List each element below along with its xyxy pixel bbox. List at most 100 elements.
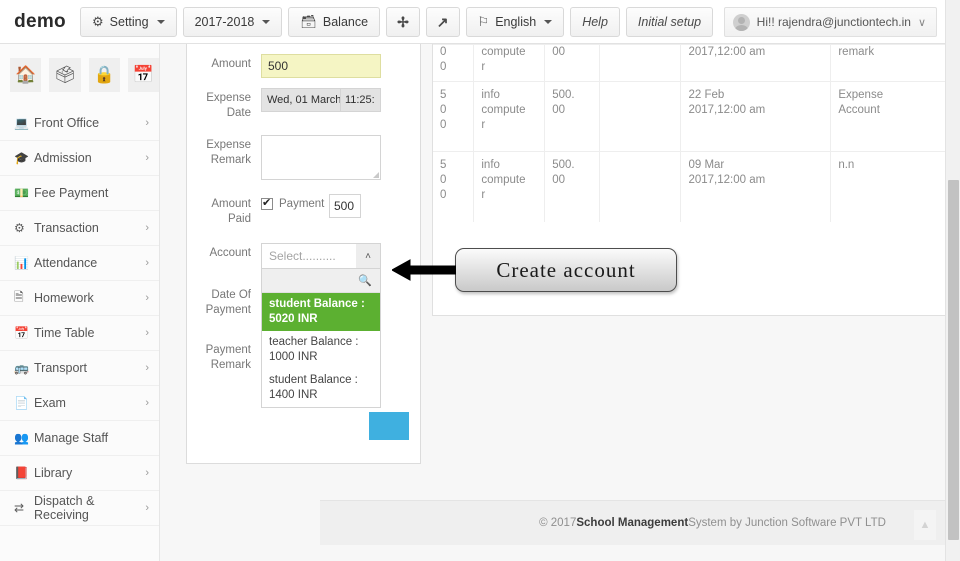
chevron-right-icon: › — [145, 222, 149, 234]
cell-blank — [599, 44, 682, 82]
chevron-down-icon — [262, 19, 271, 24]
chevron-right-icon: › — [145, 467, 149, 479]
initial-setup-button[interactable]: Initial setup — [625, 6, 714, 37]
top-nav-buttons: ⚙ Setting 2017-2018 🗃 Balance ✢ ↗ ⚐ Engl… — [80, 6, 714, 37]
quick-home-button[interactable]: 🏠 — [10, 58, 42, 92]
sidebar-item-transaction[interactable]: ⚙ Transaction › — [0, 211, 159, 246]
form-row-account: Account Select.......... ˄ 🔍 student Bal… — [187, 243, 420, 408]
user-menu-label: Hi!! rajendra@junctiontech.in — [756, 15, 911, 29]
expense-form-panel: Amount 500 Expense Date Wed, 01 March 11… — [186, 44, 421, 464]
quick-idcard-button[interactable]: 🗳 — [49, 58, 81, 92]
sidebar-item-attendance[interactable]: 📊 Attendance › — [0, 246, 159, 281]
sidebar-item-label: Exam — [34, 396, 66, 410]
home-icon: 🏠 — [15, 65, 37, 84]
chevron-up-icon[interactable]: ˄ — [356, 244, 380, 268]
account-option[interactable]: student Balance : 5020 INR — [262, 293, 380, 331]
expense-remark-textarea[interactable] — [261, 135, 381, 180]
cell-amount: 0 0 — [433, 44, 475, 82]
callout-create-account: Create account — [455, 248, 677, 292]
account-option[interactable]: student Balance : 1400 INR — [262, 369, 380, 407]
sidebar-item-front-office[interactable]: 💻 Front Office › — [0, 106, 159, 141]
sidebar-item-label: Library — [34, 466, 73, 480]
footer-product-name: School Management — [576, 517, 689, 529]
page-scrollbar[interactable] — [945, 0, 960, 561]
footer: © 2017 School Management System by Junct… — [320, 500, 945, 545]
cell-name: info compute r — [473, 81, 546, 152]
quick-lock-button[interactable]: 🔒 — [88, 58, 120, 92]
sidebar-item-library[interactable]: 📕 Library › — [0, 456, 159, 491]
sidebar-item-label: Time Table — [34, 326, 95, 340]
callout-text: Create account — [496, 257, 636, 282]
sidebar-menu: 💻 Front Office › 🎓 Admission › 💵 Fee Pay… — [0, 106, 159, 526]
users-icon: 👥 — [14, 431, 29, 445]
chart-icon: 📊 — [14, 256, 29, 270]
session-year-button[interactable]: 2017-2018 — [182, 6, 283, 37]
chevron-right-icon: › — [145, 117, 149, 129]
sidebar-item-dispatch-receiving[interactable]: ⇄ Dispatch & Receiving › — [0, 491, 159, 526]
account-search-input[interactable]: 🔍 — [262, 269, 380, 293]
fullscreen-button[interactable]: ↗ — [425, 6, 460, 37]
monitor-icon: 💻 — [14, 116, 29, 130]
cell-remark: remark — [830, 44, 945, 82]
sidebar-item-fee-payment[interactable]: 💵 Fee Payment — [0, 176, 159, 211]
submit-button[interactable] — [369, 412, 409, 440]
sidebar-quick-icons: 🏠 🗳 🔒 📅 — [0, 44, 159, 102]
amount-label: Amount — [211, 58, 251, 70]
account-select-box[interactable]: Select.......... ˄ — [261, 243, 381, 269]
sidebar-item-transport[interactable]: 🚌 Transport › — [0, 351, 159, 386]
payment-amount-input[interactable]: 500 — [329, 194, 361, 218]
amount-input[interactable]: 500 — [261, 54, 381, 78]
balance-button[interactable]: 🗃 Balance — [288, 6, 381, 37]
help-button[interactable]: Help — [570, 6, 620, 37]
amount-paid-group: Payment 500 — [261, 194, 408, 218]
chevron-right-icon: › — [145, 292, 149, 304]
cell-name: info compute r — [473, 151, 546, 222]
language-button[interactable]: ⚐ English — [465, 6, 565, 37]
cell-date: 09 Mar 2017,12:00 am — [680, 151, 832, 222]
table-row[interactable]: 5 0 0 info compute r 500. 00 22 Feb 2017… — [433, 81, 945, 152]
chevron-down-icon — [156, 19, 165, 24]
chevron-right-icon: › — [145, 397, 149, 409]
table-row[interactable]: 5 0 0 info compute r 500. 00 09 Mar 2017… — [433, 151, 945, 222]
scroll-to-top-button[interactable]: ▲ — [914, 510, 936, 540]
lock-icon: 🔒 — [93, 65, 115, 84]
sidebar-item-time-table[interactable]: 📅 Time Table › — [0, 316, 159, 351]
amount-paid-checkbox[interactable] — [261, 196, 273, 210]
flag-icon: ⚐ — [477, 14, 490, 29]
expense-date-input[interactable]: Wed, 01 March — [261, 88, 340, 112]
chevron-right-icon: › — [145, 257, 149, 269]
expense-time-input[interactable]: 11:25: — [339, 88, 381, 112]
account-option[interactable]: teacher Balance : 1000 INR — [262, 331, 380, 369]
sidebar-item-label: Dispatch & Receiving — [34, 494, 95, 522]
sidebar: 🏠 🗳 🔒 📅 💻 Front Office › 🎓 Admission › 💵… — [0, 44, 160, 561]
chevron-up-icon: ▲ — [919, 519, 931, 531]
sidebar-item-admission[interactable]: 🎓 Admission › — [0, 141, 159, 176]
brand-logo[interactable]: demo — [0, 11, 80, 33]
account-label: Account — [209, 247, 251, 259]
cell-amount: 5 0 0 — [433, 151, 475, 222]
sidebar-item-manage-staff[interactable]: 👥 Manage Staff — [0, 421, 159, 456]
quick-calendar-button[interactable]: 📅 — [127, 58, 159, 92]
top-navbar: demo ⚙ Setting 2017-2018 🗃 Balance ✢ ↗ ⚐… — [0, 0, 945, 44]
id-card-icon: 🗳 — [54, 65, 76, 84]
cell-remark: n.n — [830, 151, 945, 222]
expense-date-label: Expense Date — [206, 92, 251, 119]
amount-paid-label: Amount Paid — [211, 198, 251, 225]
sidebar-item-exam[interactable]: 📄 Exam › — [0, 386, 159, 421]
expand-button[interactable]: ✢ — [386, 6, 420, 37]
table-row[interactable]: 0 0 compute r 00 2017,12:00 am remark — [433, 44, 945, 82]
chevron-right-icon: › — [145, 362, 149, 374]
language-button-label: English — [495, 14, 537, 29]
footer-copyright: © 2017 — [539, 517, 577, 529]
expense-remark-label: Expense Remark — [206, 139, 251, 166]
cell-paid: 00 — [544, 44, 600, 82]
resize-icon: ↗ — [436, 13, 449, 30]
sidebar-item-label: Manage Staff — [34, 431, 109, 445]
user-menu[interactable]: Hi!! rajendra@junctiontech.in ∨ — [723, 7, 937, 37]
page-scrollbar-thumb[interactable] — [948, 180, 959, 540]
sidebar-item-homework[interactable]: 🗎 Homework › — [0, 281, 159, 316]
setting-button[interactable]: ⚙ Setting — [80, 6, 177, 37]
sidebar-item-label: Attendance — [34, 256, 98, 270]
sidebar-item-label: Homework — [34, 291, 94, 305]
payment-remark-label: Payment Remark — [205, 344, 251, 371]
